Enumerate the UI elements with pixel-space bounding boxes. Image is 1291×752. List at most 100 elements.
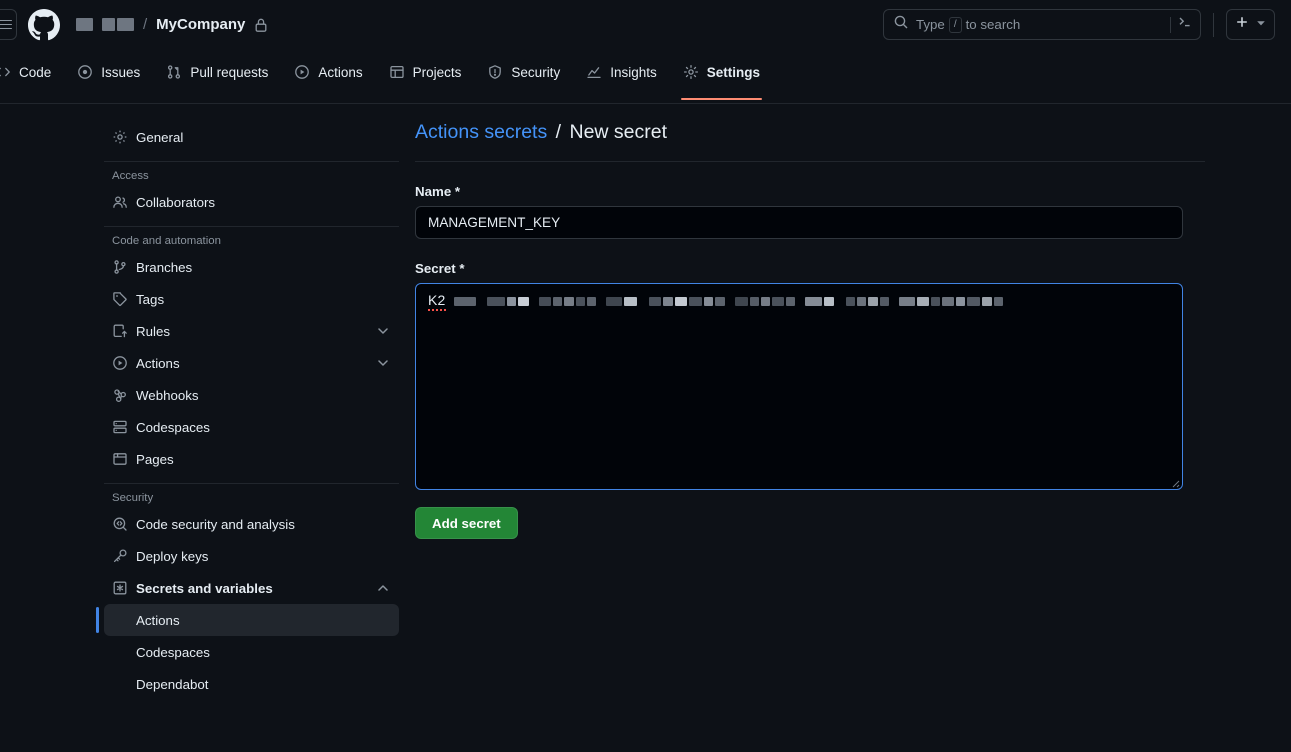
sidebar-section-heading: Access [112, 170, 149, 182]
table-icon [389, 64, 405, 80]
breadcrumb-separator: / [143, 16, 148, 33]
sidebar-item-pages[interactable]: Pages [104, 443, 399, 475]
repo-nav-tab-issues[interactable]: Issues [67, 56, 150, 88]
repo-owner-redacted[interactable] [76, 18, 134, 31]
repo-nav-tab-settings[interactable]: Settings [673, 56, 770, 100]
webhook-icon [112, 387, 128, 403]
redacted-block [785, 296, 795, 306]
search-input[interactable]: Type / to search [883, 9, 1201, 40]
redacted-block [941, 296, 954, 306]
divider [1170, 16, 1171, 33]
sidebar-item-actions[interactable]: Actions [104, 347, 399, 379]
name-field-label: Name * [415, 184, 461, 199]
people-icon [112, 194, 128, 210]
sidebar-item-label: Code security and analysis [136, 516, 295, 532]
redacted-block [563, 296, 574, 306]
breadcrumb-separator: / [555, 121, 562, 143]
settings-sidebar: General Access Collaborators Code and auto… [0, 104, 415, 752]
redacted-block [552, 296, 562, 306]
sidebar-divider [104, 161, 399, 162]
redacted-block [845, 296, 855, 306]
redacted-block [993, 296, 1003, 306]
search-slash-key: / [948, 16, 962, 33]
git-pull-request-icon [166, 64, 182, 80]
sidebar-subitem-codespaces[interactable]: Codespaces [104, 636, 399, 668]
redacted-block [867, 296, 878, 306]
global-header: / MyCompany Type / to search [0, 0, 1291, 49]
repo-nav-tab-label: Actions [318, 64, 363, 80]
redacted-block [102, 18, 115, 31]
shield-icon [487, 64, 503, 80]
repo-nav-tab-security[interactable]: Security [477, 56, 570, 88]
sidebar-item-label: Actions [136, 355, 180, 371]
repo-nav-tab-label: Insights [610, 64, 657, 80]
sidebar-item-label: Tags [136, 291, 165, 307]
sidebar-item-deploy-keys[interactable]: Deploy keys [104, 540, 399, 572]
redacted-block [955, 296, 965, 306]
sidebar-item-collaborators[interactable]: Collaborators [104, 186, 399, 218]
repo-name-link[interactable]: MyCompany [156, 16, 245, 33]
command-palette-button[interactable] [1170, 14, 1193, 35]
redacted-block [749, 296, 759, 306]
sidebar-divider [104, 483, 399, 484]
codespaces-icon [112, 419, 128, 435]
sidebar-item-branches[interactable]: Branches [104, 251, 399, 283]
redacted-block [734, 296, 748, 306]
repo-navigation: Code Issues Pull requests Actions Projects Se… [0, 49, 1291, 104]
sidebar-item-rules[interactable]: Rules [104, 315, 399, 347]
redacted-block [486, 296, 505, 306]
sidebar-item-tags[interactable]: Tags [104, 283, 399, 315]
secret-value-textarea[interactable]: K2 [415, 283, 1183, 490]
add-secret-button[interactable]: Add secret [415, 507, 518, 539]
repo-nav-tab-label: Settings [706, 64, 760, 80]
repo-nav-tab-pull-requests[interactable]: Pull requests [156, 56, 278, 88]
redacted-block [662, 296, 673, 306]
sidebar-item-general[interactable]: General [104, 121, 399, 153]
codescan-icon [112, 516, 128, 532]
redacted-block [648, 296, 661, 306]
sidebar-subitem-actions[interactable]: Actions [96, 604, 399, 636]
repo-nav-tab-projects[interactable]: Projects [379, 56, 472, 88]
breadcrumb-link-actions-secrets[interactable]: Actions secrets [415, 121, 547, 143]
redacted-block [760, 296, 770, 306]
hamburger-menu-button[interactable] [0, 9, 17, 40]
sidebar-item-label: Branches [136, 259, 193, 275]
sidebar-section-heading: Code and automation [112, 235, 221, 247]
redacted-block [898, 296, 915, 306]
key-icon [112, 548, 128, 564]
repo-nav-tab-actions[interactable]: Actions [284, 56, 372, 88]
plus-icon [1234, 14, 1250, 35]
tag-icon [112, 291, 128, 307]
sidebar-item-label: Pages [136, 451, 174, 467]
sidebar-item-label: Webhooks [136, 387, 199, 403]
sidebar-subitem-label: Dependabot [136, 676, 209, 692]
secret-name-input[interactable]: MANAGEMENT_KEY [415, 206, 1183, 239]
search-placeholder: Type / to search [916, 16, 1021, 33]
repo-nav-tab-code[interactable]: Code [0, 56, 61, 88]
chevron-down-icon[interactable] [375, 323, 391, 339]
github-logo-icon[interactable] [28, 8, 60, 41]
secret-value-line: K2 [428, 292, 1170, 311]
redacted-block [517, 296, 529, 306]
chevron-up-icon[interactable] [375, 580, 391, 596]
redacted-block [856, 296, 866, 306]
redacted-block [76, 18, 93, 31]
terminal-icon [1177, 14, 1193, 35]
search-icon [893, 14, 909, 35]
create-new-button[interactable] [1226, 9, 1275, 40]
play-icon [294, 64, 310, 80]
sidebar-item-code-security-and-analysis[interactable]: Code security and analysis [104, 508, 399, 540]
chevron-down-icon [1255, 16, 1267, 34]
chevron-down-icon[interactable] [375, 355, 391, 371]
textarea-resize-handle[interactable] [1168, 475, 1180, 488]
header-right-controls: Type / to search [883, 9, 1275, 40]
repo-nav-tab-label: Code [19, 64, 52, 80]
sidebar-item-webhooks[interactable]: Webhooks [104, 379, 399, 411]
sidebar-item-secrets-and-variables[interactable]: Secrets and variables [104, 572, 399, 604]
lock-icon [253, 17, 269, 33]
sidebar-item-label: General [136, 129, 184, 145]
sidebar-subitem-dependabot[interactable]: Dependabot [104, 668, 399, 700]
sidebar-item-codespaces[interactable]: Codespaces [104, 411, 399, 443]
repo-nav-tab-insights[interactable]: Insights [576, 56, 667, 88]
issue-opened-icon [77, 64, 93, 80]
